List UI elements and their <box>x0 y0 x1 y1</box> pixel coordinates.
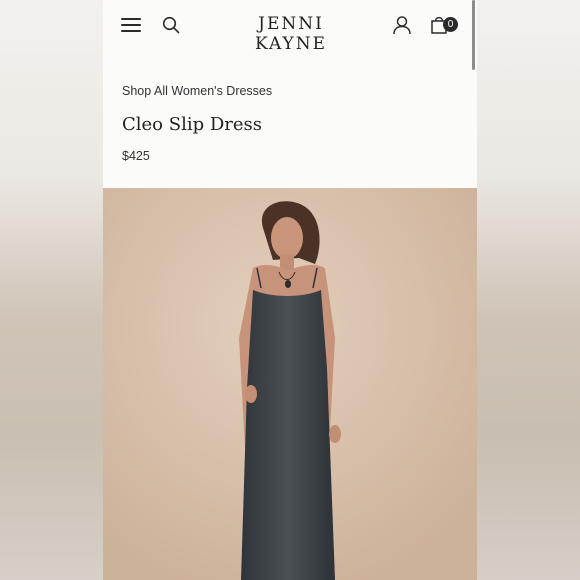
menu-icon[interactable] <box>121 17 141 33</box>
account-icon[interactable] <box>392 15 412 35</box>
page-scrollbar[interactable] <box>472 0 475 70</box>
mobile-page: JENNI KAYNE 0 Shop All Women's Dresses C… <box>103 0 477 580</box>
screenshot-stage: JENNI KAYNE 0 Shop All Women's Dresses C… <box>0 0 580 580</box>
product-image[interactable] <box>103 188 477 580</box>
brand-logo[interactable]: JENNI KAYNE <box>221 14 361 54</box>
blurred-background-right <box>477 0 580 580</box>
model-photo-illustration <box>103 188 477 580</box>
search-icon[interactable] <box>162 16 180 34</box>
product-title: Cleo Slip Dress <box>122 114 262 135</box>
breadcrumb[interactable]: Shop All Women's Dresses <box>122 84 272 98</box>
product-price: $425 <box>122 149 150 163</box>
cart-count-badge: 0 <box>443 17 458 32</box>
blurred-background-left <box>0 0 103 580</box>
site-header: JENNI KAYNE 0 <box>103 0 477 54</box>
